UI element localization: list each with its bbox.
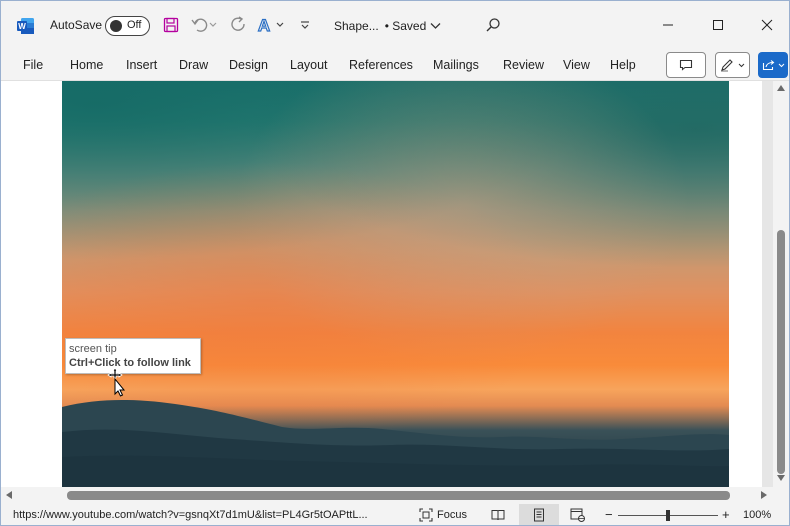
- autosave-state: Off: [127, 19, 142, 31]
- status-bar: https://www.youtube.com/watch?v=gsnqXt7d…: [1, 504, 789, 525]
- screen-tip-tooltip: screen tip Ctrl+Click to follow link: [65, 338, 201, 374]
- scroll-down-icon[interactable]: [777, 475, 785, 481]
- document-save-status: • Saved: [384, 19, 427, 33]
- chevron-down-icon: [430, 23, 441, 29]
- pen-icon: [721, 59, 733, 72]
- tab-mailings[interactable]: Mailings: [433, 58, 479, 72]
- tab-insert[interactable]: Insert: [126, 58, 157, 72]
- title-bar: W AutoSave Off A Shape... • Saved: [1, 1, 789, 49]
- tab-layout[interactable]: Layout: [290, 58, 328, 72]
- zoom-out-button[interactable]: −: [605, 507, 613, 522]
- svg-text:A: A: [258, 16, 270, 34]
- focus-label: Focus: [437, 509, 467, 521]
- print-layout-icon: [534, 508, 544, 522]
- document-page[interactable]: screen tip Ctrl+Click to follow link: [1, 81, 762, 487]
- web-layout-button[interactable]: [565, 504, 591, 525]
- print-layout-button[interactable]: [519, 504, 559, 525]
- comments-icon: [679, 59, 693, 71]
- zoom-level[interactable]: 100%: [743, 509, 771, 521]
- tab-help[interactable]: Help: [610, 58, 636, 72]
- vertical-scrollbar[interactable]: [773, 81, 789, 487]
- screen-tip-body: Ctrl+Click to follow link: [69, 357, 191, 369]
- scroll-up-icon[interactable]: [777, 85, 785, 91]
- focus-mode-button[interactable]: Focus: [419, 508, 467, 522]
- read-mode-icon: [491, 510, 505, 521]
- scroll-right-icon[interactable]: [761, 491, 767, 499]
- tab-home[interactable]: Home: [70, 58, 103, 72]
- autosave-label: AutoSave: [50, 18, 103, 32]
- hyperlink-url-text: https://www.youtube.com/watch?v=gsnqXt7d…: [13, 509, 368, 521]
- scroll-left-icon[interactable]: [6, 491, 12, 499]
- font-color-icon[interactable]: A: [254, 15, 274, 35]
- comments-button[interactable]: [666, 52, 706, 78]
- horizontal-scrollbar[interactable]: [1, 487, 789, 504]
- undo-dropdown-icon[interactable]: [208, 15, 218, 35]
- document-name: Shape...: [334, 19, 379, 33]
- autosave-toggle[interactable]: Off: [105, 16, 150, 36]
- svg-text:W: W: [18, 22, 26, 31]
- redo-icon[interactable]: [229, 15, 249, 35]
- share-icon: [762, 60, 774, 71]
- customize-toolbar-icon[interactable]: [295, 15, 315, 35]
- zoom-in-button[interactable]: +: [722, 507, 730, 522]
- focus-icon: [419, 508, 433, 522]
- document-canvas[interactable]: screen tip Ctrl+Click to follow link: [1, 81, 773, 487]
- tab-file[interactable]: File: [23, 58, 43, 72]
- read-mode-button[interactable]: [485, 504, 511, 525]
- horizontal-scroll-thumb[interactable]: [67, 491, 730, 500]
- zoom-slider-thumb[interactable]: [666, 510, 670, 521]
- toggle-knob: [110, 20, 122, 32]
- maximize-icon[interactable]: [705, 12, 731, 38]
- vertical-scroll-thumb[interactable]: [777, 230, 785, 474]
- share-button[interactable]: [758, 52, 788, 78]
- tab-view[interactable]: View: [563, 58, 590, 72]
- word-logo-icon: W: [17, 18, 34, 34]
- tab-draw[interactable]: Draw: [179, 58, 208, 72]
- save-icon[interactable]: [161, 15, 181, 35]
- search-icon[interactable]: [483, 15, 503, 35]
- sunset-landscape-image[interactable]: [62, 81, 729, 487]
- document-title[interactable]: Shape... • Saved: [334, 19, 441, 33]
- web-layout-icon: [570, 508, 585, 522]
- undo-icon[interactable]: [190, 15, 210, 35]
- screen-tip-title: screen tip: [69, 343, 117, 355]
- ribbon-tabs: File Home Insert Draw Design Layout Refe…: [1, 49, 789, 81]
- image-hills-layer: [62, 400, 729, 487]
- font-color-dropdown-icon[interactable]: [274, 15, 286, 35]
- chevron-down-icon: [778, 63, 784, 67]
- editing-button[interactable]: [715, 52, 750, 78]
- close-icon[interactable]: [754, 12, 780, 38]
- tab-references[interactable]: References: [349, 58, 413, 72]
- chevron-down-icon: [738, 63, 745, 67]
- tab-review[interactable]: Review: [503, 58, 544, 72]
- word-window: W AutoSave Off A Shape... • Saved File H…: [0, 0, 790, 526]
- move-cursor-icon: [107, 367, 126, 397]
- minimize-icon[interactable]: [655, 12, 681, 38]
- tab-design[interactable]: Design: [229, 58, 268, 72]
